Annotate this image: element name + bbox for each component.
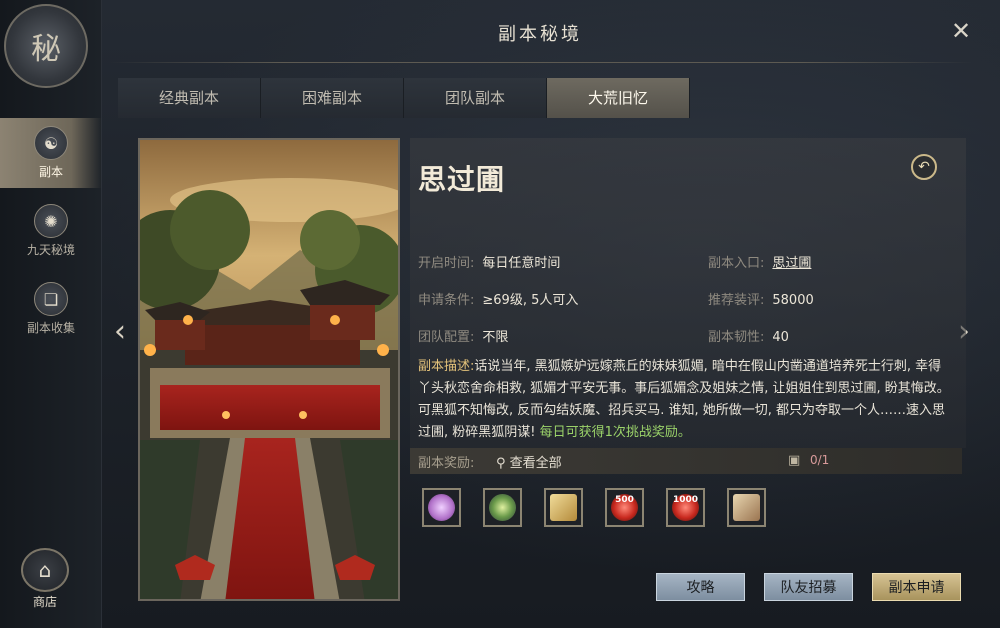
field-team-config: 团队配置: 不限 [418, 326, 508, 345]
dungeon-name: 思过圃 [418, 163, 506, 196]
window-title: 副本秘境 [498, 24, 582, 45]
reward-bar [410, 448, 962, 474]
sidebar-item-label: 副本收集 [26, 321, 75, 335]
field-value: 40 [772, 330, 789, 345]
field-label: 副本韧性: [708, 330, 765, 345]
shop-icon: ⌂ [21, 548, 69, 592]
recruit-button[interactable]: 队友招募 [764, 573, 853, 601]
description-highlight: 每日可获得1次挑战奖励。 [539, 425, 691, 440]
field-label: 开启时间: [418, 256, 475, 271]
sidebar-item-nine-heavens[interactable]: ✺ 九天秘境 [0, 196, 102, 266]
tab-classic[interactable]: 经典副本 [118, 78, 261, 118]
pink-feather-icon[interactable] [422, 488, 461, 527]
field-recommended-gear: 推荐装评: 58000 [708, 289, 814, 308]
swirl-icon: ✺ [34, 204, 68, 238]
sidebar-item-collection[interactable]: ❏ 副本收集 [0, 274, 102, 344]
dungeon-description: 副本描述:话说当年, 黑狐嫉妒远嫁燕丘的妹妹狐媚, 暗中在假山内凿通道培养死士行… [418, 356, 954, 444]
paper-scroll-icon[interactable] [727, 488, 766, 527]
header-divider [110, 62, 974, 63]
field-open-time: 开启时间: 每日任意时间 [418, 252, 560, 271]
view-all-button[interactable]: ⚲ 查看全部 [496, 452, 562, 471]
red-token-500-icon[interactable]: 500 [605, 488, 644, 527]
return-icon[interactable]: ↶ [911, 154, 937, 180]
reward-amount: 1000 [672, 494, 699, 505]
field-value: 58000 [772, 293, 814, 308]
left-sidebar: 秘 ☯ 副本 ✺ 九天秘境 ❏ 副本收集 ⌂ 商店 [0, 0, 102, 628]
field-value: 不限 [482, 330, 509, 345]
field-label: 申请条件: [418, 293, 475, 308]
guide-button[interactable]: 攻略 [656, 573, 745, 601]
field-toughness: 副本韧性: 40 [708, 326, 789, 345]
field-label: 副本入口: [708, 256, 765, 271]
entrance-link[interactable]: 思过圃 [772, 256, 811, 271]
shop-label: 商店 [32, 595, 57, 609]
reward-items: 500 1000 [422, 488, 766, 527]
prev-arrow-icon[interactable]: ‹ [110, 314, 130, 350]
book-icon: ❏ [34, 282, 68, 316]
jade-orb-icon[interactable] [483, 488, 522, 527]
gold-scroll-icon[interactable] [544, 488, 583, 527]
tab-hard[interactable]: 困难副本 [261, 78, 404, 118]
reward-amount: 500 [615, 494, 634, 505]
description-label: 副本描述: [418, 359, 475, 374]
close-icon[interactable]: ✕ [948, 18, 974, 44]
shop-button[interactable]: ⌂ 商店 [14, 548, 76, 610]
apply-button[interactable]: 副本申请 [872, 573, 961, 601]
field-requirement: 申请条件: ≥69级, 5人可入 [418, 289, 578, 308]
mask-icon: ☯ [34, 126, 68, 160]
reward-label: 副本奖励: [418, 456, 475, 471]
view-all-label: 查看全部 [509, 456, 562, 471]
field-entrance: 副本入口: 思过圃 [708, 252, 811, 271]
tab-wild-memories[interactable]: 大荒旧忆 [547, 78, 690, 118]
red-token-1000-icon[interactable]: 1000 [666, 488, 705, 527]
field-label: 推荐装评: [708, 293, 765, 308]
sidebar-item-label: 九天秘境 [26, 243, 75, 257]
game-logo-icon: 秘 [4, 4, 88, 88]
dungeon-scene-image [138, 138, 400, 601]
sidebar-item-label: 副本 [38, 165, 63, 179]
sidebar-item-dungeon[interactable]: ☯ 副本 [0, 118, 102, 188]
field-value: ≥69级, 5人可入 [482, 293, 579, 308]
scene-illustration [140, 140, 398, 599]
chest-icon: ▣ [788, 453, 801, 468]
field-label: 团队配置: [418, 330, 475, 345]
tab-team[interactable]: 团队副本 [404, 78, 547, 118]
field-value: 每日任意时间 [482, 256, 561, 271]
search-icon: ⚲ [496, 456, 506, 471]
reward-count: 0/1 [810, 453, 830, 467]
dungeon-tabs: 经典副本 困难副本 团队副本 大荒旧忆 [118, 78, 690, 118]
